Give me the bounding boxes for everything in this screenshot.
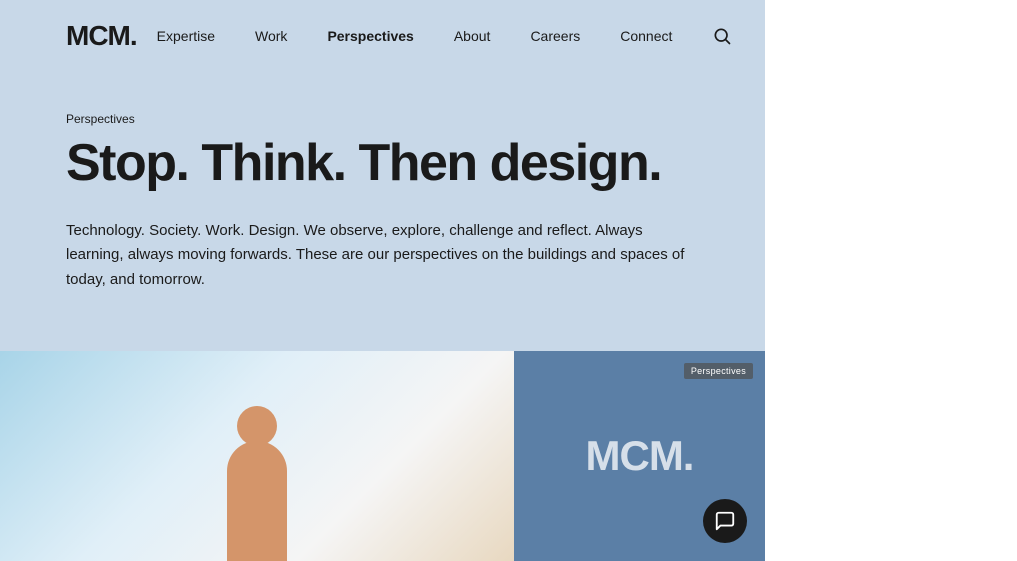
section-label: Perspectives <box>66 112 699 126</box>
image-card-left <box>0 351 514 561</box>
card-badge: Perspectives <box>684 363 753 379</box>
left-panel: MCM. Expertise Work Perspectives About C… <box>0 0 765 561</box>
card-logo: MCM. <box>586 432 694 480</box>
nav-item-work[interactable]: Work <box>235 28 307 44</box>
image-card-right: Perspectives MCM. <box>514 351 765 561</box>
nav-item-perspectives[interactable]: Perspectives <box>307 28 433 44</box>
person-silhouette <box>197 381 317 561</box>
person-head <box>237 406 277 446</box>
search-icon <box>712 26 732 46</box>
right-panel <box>765 0 1017 561</box>
header: MCM. Expertise Work Perspectives About C… <box>0 0 765 72</box>
search-button[interactable] <box>692 26 732 46</box>
hero-body: Technology. Society. Work. Design. We ob… <box>66 219 699 293</box>
chat-button[interactable] <box>703 499 747 543</box>
nav-item-connect[interactable]: Connect <box>600 28 692 44</box>
person-body <box>227 441 287 561</box>
page-wrapper: MCM. Expertise Work Perspectives About C… <box>0 0 1017 561</box>
hero-title: Stop. Think. Then design. <box>66 136 699 191</box>
chat-icon <box>714 510 736 532</box>
nav-item-expertise[interactable]: Expertise <box>137 28 235 44</box>
nav: Expertise Work Perspectives About Career… <box>137 28 693 44</box>
hero-content: Perspectives Stop. Think. Then design. T… <box>0 72 765 293</box>
image-strip: Perspectives MCM. <box>0 351 765 561</box>
nav-item-about[interactable]: About <box>434 28 511 44</box>
logo[interactable]: MCM. <box>66 20 137 52</box>
nav-item-careers[interactable]: Careers <box>510 28 600 44</box>
